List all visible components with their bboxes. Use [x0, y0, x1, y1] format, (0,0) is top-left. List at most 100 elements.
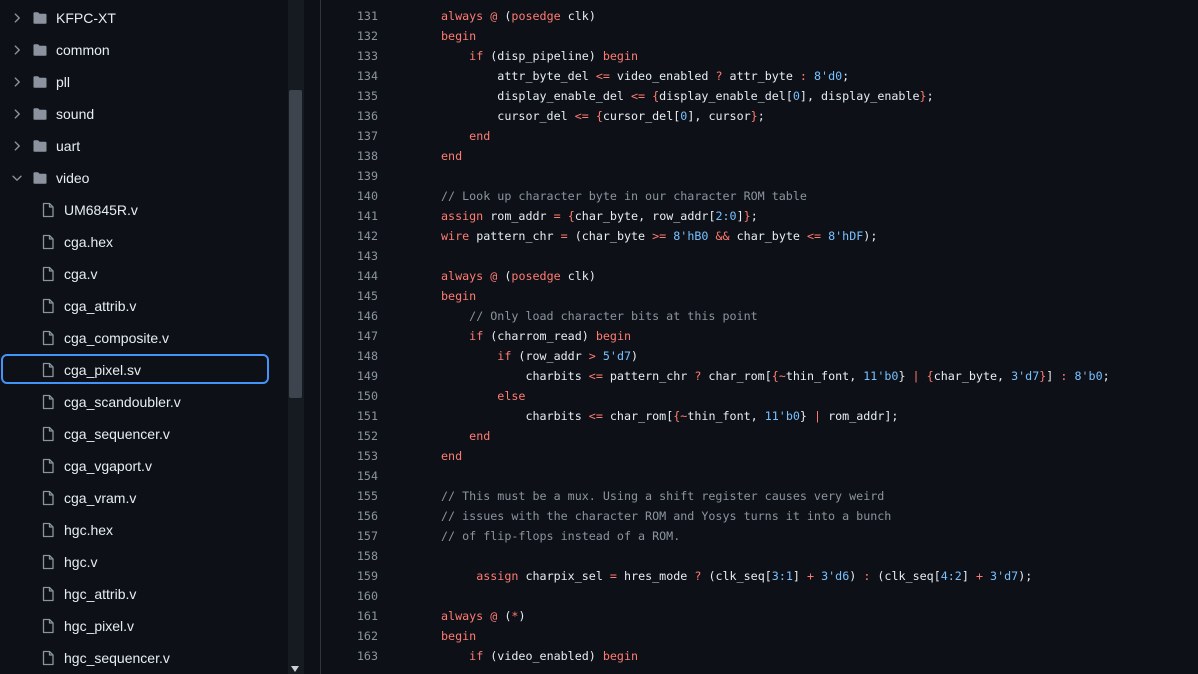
- code-token: }: [898, 369, 906, 383]
- tree-file-hgc-attrib-v[interactable]: hgc_attrib.v: [0, 578, 288, 610]
- code-token: // of flip-flops instead of a ROM.: [441, 529, 681, 543]
- code-text: end: [441, 146, 462, 166]
- code-token: 3:1: [771, 569, 793, 583]
- chevron-right-icon[interactable]: [10, 107, 24, 121]
- code-line: 141 assign rom_addr = {char_byte, row_add…: [321, 206, 1198, 226]
- code-token: 11'b0: [863, 369, 899, 383]
- code-line: 131 always @ (posedge clk): [321, 6, 1198, 26]
- code-line: 140 // Look up character byte in our char…: [321, 186, 1198, 206]
- tree-file-cga-v[interactable]: cga.v: [0, 258, 288, 290]
- tree-file-um6845r-v[interactable]: UM6845R.v: [0, 194, 288, 226]
- file-icon: [42, 298, 54, 314]
- code-token: if: [469, 649, 484, 663]
- tree-folder-video[interactable]: video: [0, 162, 288, 194]
- code-text: always @ (*): [441, 606, 526, 626]
- tree-folder-label: sound: [56, 106, 95, 122]
- tree-file-cga-composite-v[interactable]: cga_composite.v: [0, 322, 288, 354]
- file-icon: [42, 266, 54, 282]
- code-token: }: [919, 89, 927, 103]
- code-line: 146 // Only load character bits at this …: [321, 306, 1198, 326]
- tree-folder-sound[interactable]: sound: [0, 98, 288, 130]
- tree-folder-pll[interactable]: pll: [0, 66, 288, 98]
- code-text: attr_byte_del <= video_enabled ? attr_by…: [441, 66, 849, 86]
- code-token: (clk_seq[: [701, 569, 772, 583]
- code-line: 152 end: [321, 426, 1198, 446]
- code-token: clk): [560, 9, 596, 23]
- tree-folder-label: common: [56, 42, 110, 58]
- tree-file-cga-vgaport-v[interactable]: cga_vgaport.v: [0, 450, 288, 482]
- tree-file-cga-hex[interactable]: cga.hex: [0, 226, 288, 258]
- code-text: begin: [441, 626, 476, 646]
- tree-file-label: cga_sequencer.v: [64, 426, 170, 442]
- code-line: 163 if (video_enabled) begin: [321, 646, 1198, 666]
- code-token: ;: [750, 209, 758, 223]
- code-token: ;: [926, 89, 934, 103]
- tree-file-label: hgc_pixel.v: [64, 618, 135, 634]
- file-icon: [42, 522, 54, 538]
- chevron-right-icon[interactable]: [10, 75, 24, 89]
- code-token: 3'd6: [821, 569, 850, 583]
- line-number: 159: [356, 569, 378, 583]
- tree-file-label: cga_attrib.v: [64, 298, 137, 314]
- code-token: <=: [806, 229, 822, 243]
- code-token: }: [799, 409, 807, 423]
- line-number: 133: [356, 49, 378, 63]
- line-number: 160: [356, 589, 378, 603]
- line-number: 144: [356, 269, 378, 283]
- code-text: charbits <= pattern_chr ? char_rom[{~thi…: [441, 366, 1109, 386]
- chevron-right-icon[interactable]: [10, 139, 24, 153]
- code-token: ]: [792, 569, 807, 583]
- code-token: pattern_chr: [602, 369, 695, 383]
- line-number: 143: [356, 249, 378, 263]
- code-token: char_byte, row_addr[: [574, 209, 716, 223]
- code-token: 8'hB0: [673, 229, 709, 243]
- file-tree: KFPC-XT common pll sound uart video UM68…: [0, 0, 288, 674]
- tree-folder-common[interactable]: common: [0, 34, 288, 66]
- code-token: else: [497, 389, 526, 403]
- code-line: 159 assign charpix_sel = hres_mode ? (cl…: [321, 566, 1198, 586]
- code-text: assign charpix_sel = hres_mode ? (clk_se…: [441, 566, 1032, 586]
- tree-folder-uart[interactable]: uart: [0, 130, 288, 162]
- code-line: 151 charbits <= char_rom[{~thin_font, 11…: [321, 406, 1198, 426]
- code-line: 133 if (disp_pipeline) begin: [321, 46, 1198, 66]
- tree-file-cga-vram-v[interactable]: cga_vram.v: [0, 482, 288, 514]
- code-token: hres_mode: [616, 569, 695, 583]
- tree-file-hgc-sequencer-v[interactable]: hgc_sequencer.v: [0, 642, 288, 674]
- code-text: // issues with the character ROM and Yos…: [441, 506, 891, 526]
- code-text: if (disp_pipeline) begin: [441, 46, 638, 66]
- file-icon: [42, 554, 54, 570]
- tree-file-hgc-v[interactable]: hgc.v: [0, 546, 288, 578]
- tree-file-cga-attrib-v[interactable]: cga_attrib.v: [0, 290, 288, 322]
- tree-file-cga-sequencer-v[interactable]: cga_sequencer.v: [0, 418, 288, 450]
- tree-folder-kfpc-xt[interactable]: KFPC-XT: [0, 2, 288, 34]
- code-token: attr_byte: [722, 69, 800, 83]
- sidebar-scrollbar-thumb[interactable]: [289, 90, 302, 398]
- tree-file-hgc-pixel-v[interactable]: hgc_pixel.v: [0, 610, 288, 642]
- chevron-right-icon[interactable]: [10, 43, 24, 57]
- code-token: cursor_del: [441, 109, 575, 123]
- code-token: ?: [715, 69, 723, 83]
- code-token: (: [497, 269, 512, 283]
- chevron-down-icon[interactable]: [10, 171, 24, 185]
- tree-file-label: cga_composite.v: [64, 330, 170, 346]
- code-token: ]: [1046, 369, 1061, 383]
- code-token: // Look up character byte in our charact…: [441, 189, 807, 203]
- code-token: assign: [476, 569, 519, 583]
- tree-file-cga-scandoubler-v[interactable]: cga_scandoubler.v: [0, 386, 288, 418]
- tree-file-hgc-hex[interactable]: hgc.hex: [0, 514, 288, 546]
- file-icon: [42, 650, 54, 666]
- scroll-down-arrow-icon[interactable]: [291, 666, 299, 672]
- code-text: // This must be a mux. Using a shift reg…: [441, 486, 884, 506]
- chevron-right-icon[interactable]: [10, 11, 24, 25]
- code-token: wire: [441, 229, 470, 243]
- code-line: 155 // This must be a mux. Using a shift …: [321, 486, 1198, 506]
- code-token: begin: [441, 29, 477, 43]
- code-text: // of flip-flops instead of a ROM.: [441, 526, 680, 546]
- code-token: always: [441, 9, 484, 23]
